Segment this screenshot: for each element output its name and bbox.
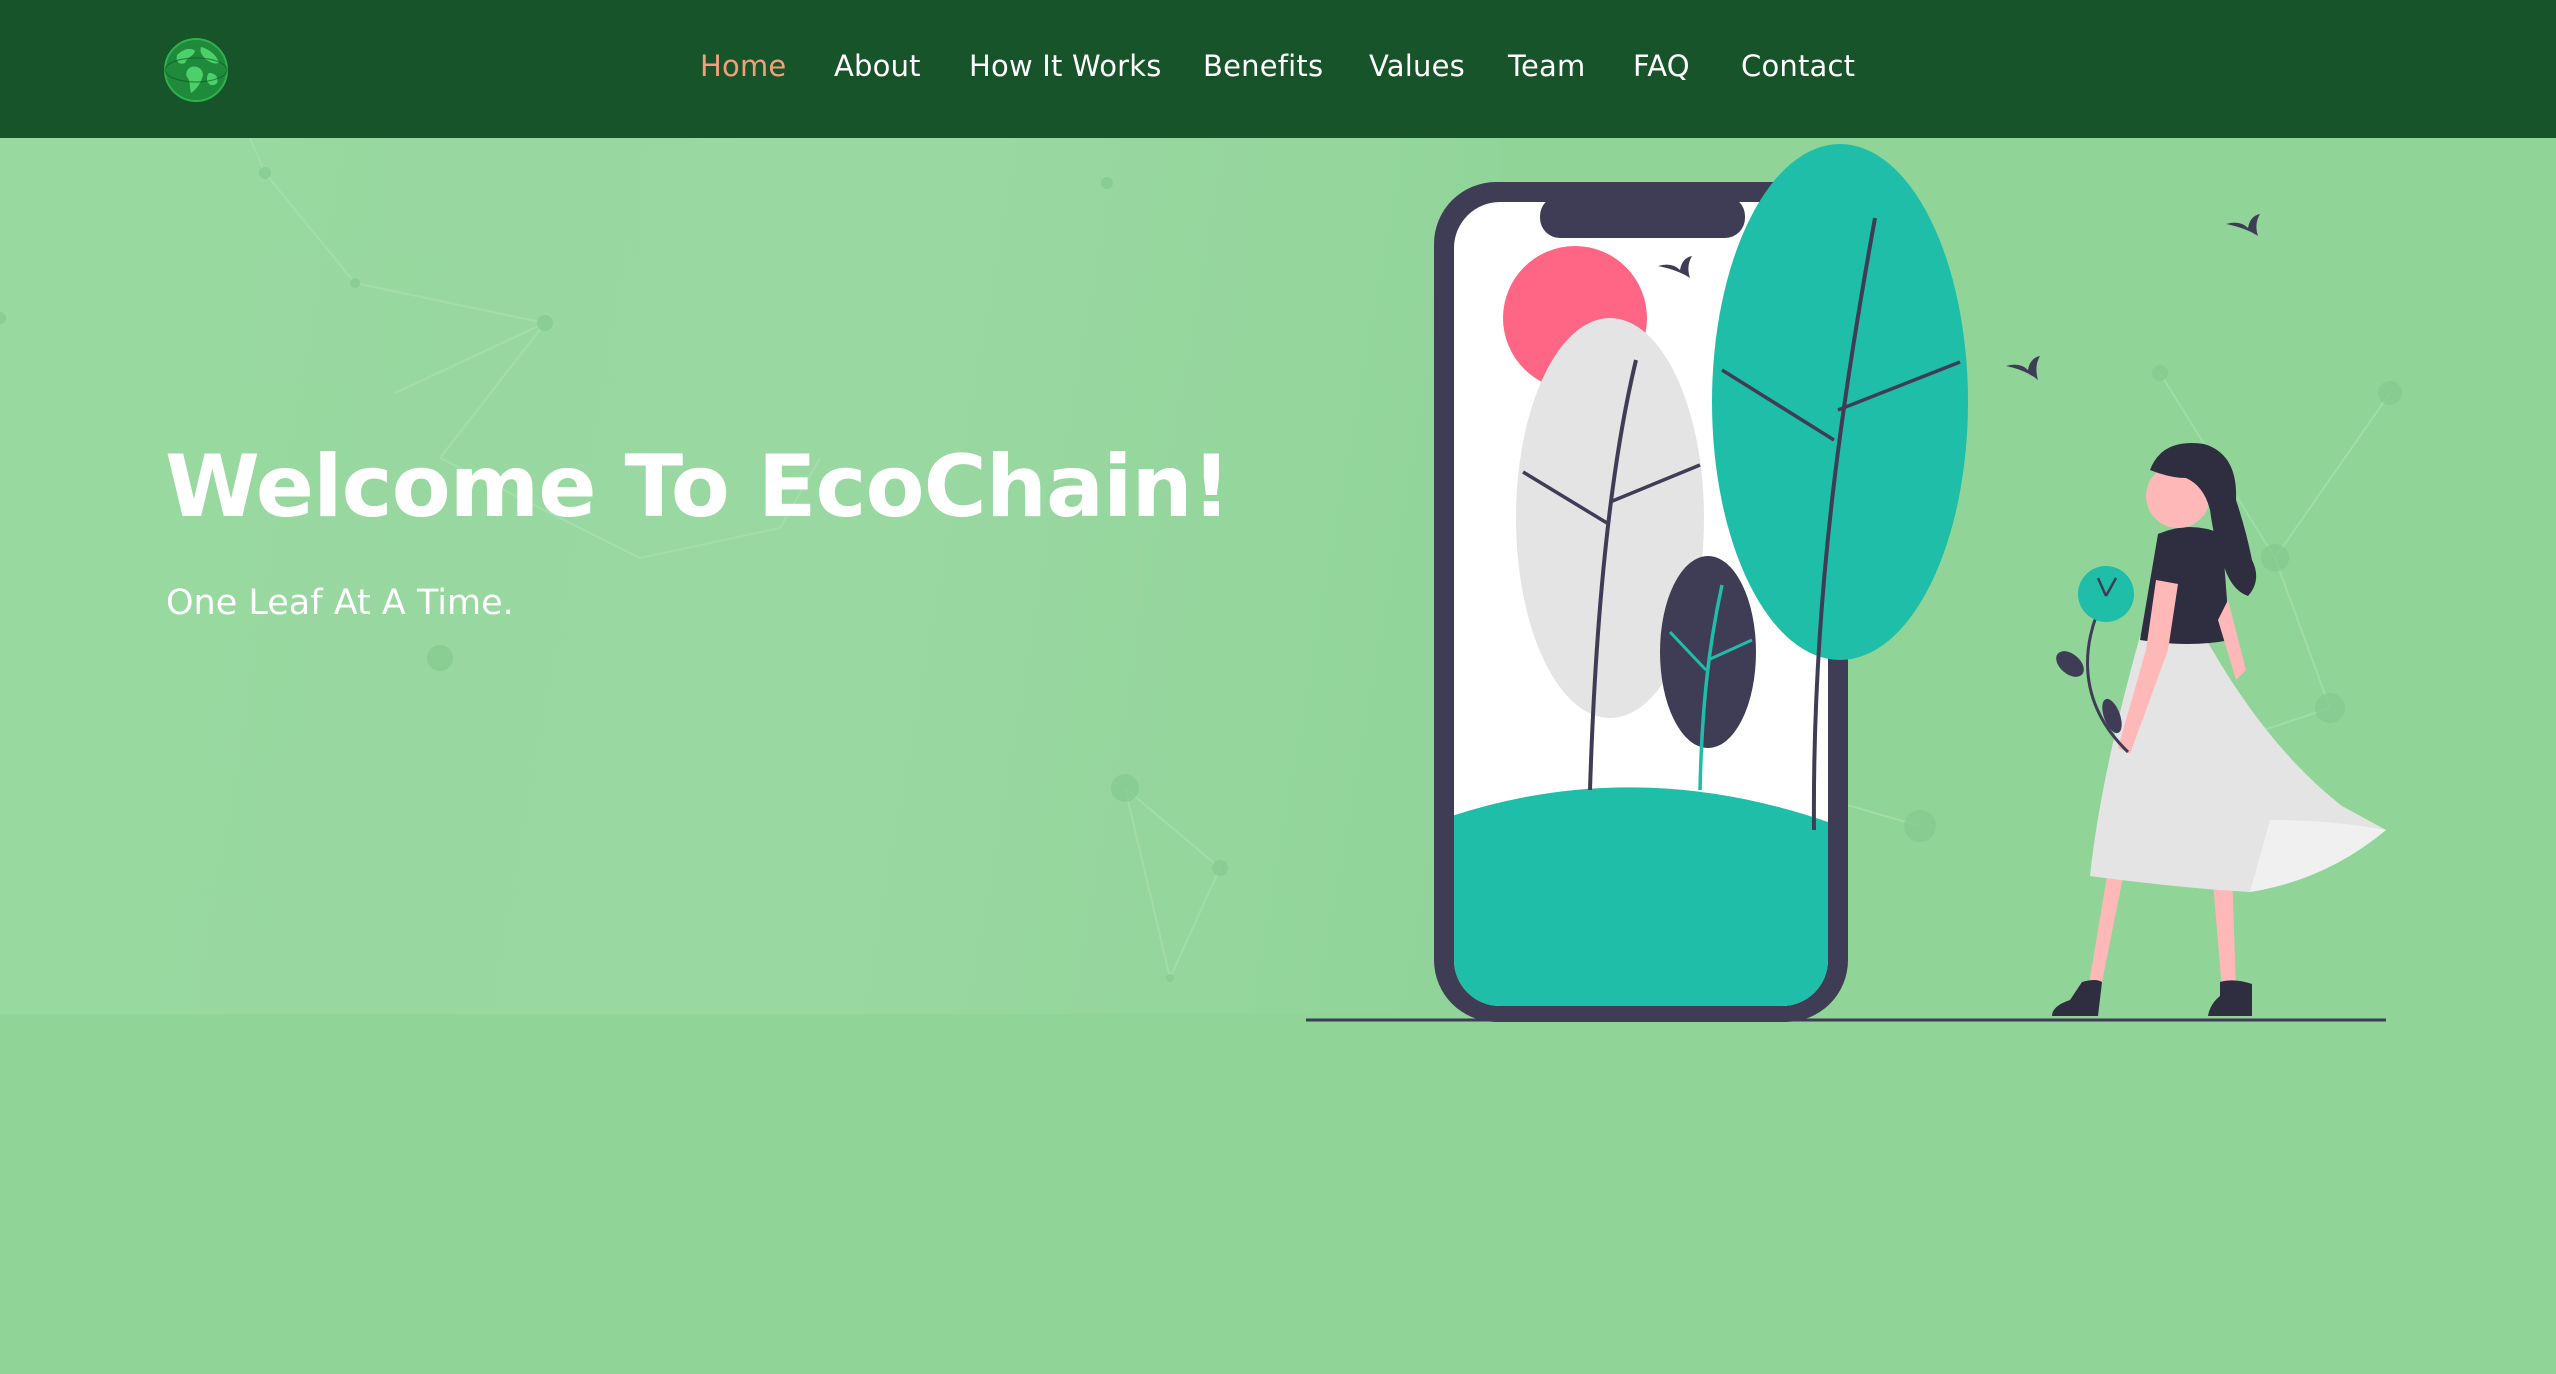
nav-about[interactable]: About (834, 46, 921, 86)
nav-how-it-works[interactable]: How It Works (969, 46, 1162, 86)
woman-figure (2052, 443, 2386, 1016)
main-nav: Home About How It Works Benefits Values … (0, 0, 2556, 138)
hero-subtitle: One Leaf At A Time. (166, 583, 514, 623)
nav-values[interactable]: Values (1369, 46, 1465, 86)
nav-team[interactable]: Team (1508, 46, 1585, 86)
phone-trees-woman-illustration (1306, 144, 2386, 1022)
nav-faq[interactable]: FAQ (1633, 46, 1690, 86)
bird-icon (2226, 214, 2260, 236)
navbar: Home About How It Works Benefits Values … (0, 0, 2556, 138)
landing-page: Home About How It Works Benefits Values … (0, 0, 2556, 1374)
large-tree-icon (1712, 144, 1968, 660)
nav-benefits[interactable]: Benefits (1203, 46, 1323, 86)
small-tree-icon (1660, 556, 1756, 748)
nav-home[interactable]: Home (700, 46, 786, 86)
bird-icon (2006, 356, 2040, 380)
hero-title: Welcome To EcoChain! (165, 437, 1231, 537)
nav-contact[interactable]: Contact (1741, 46, 1855, 86)
